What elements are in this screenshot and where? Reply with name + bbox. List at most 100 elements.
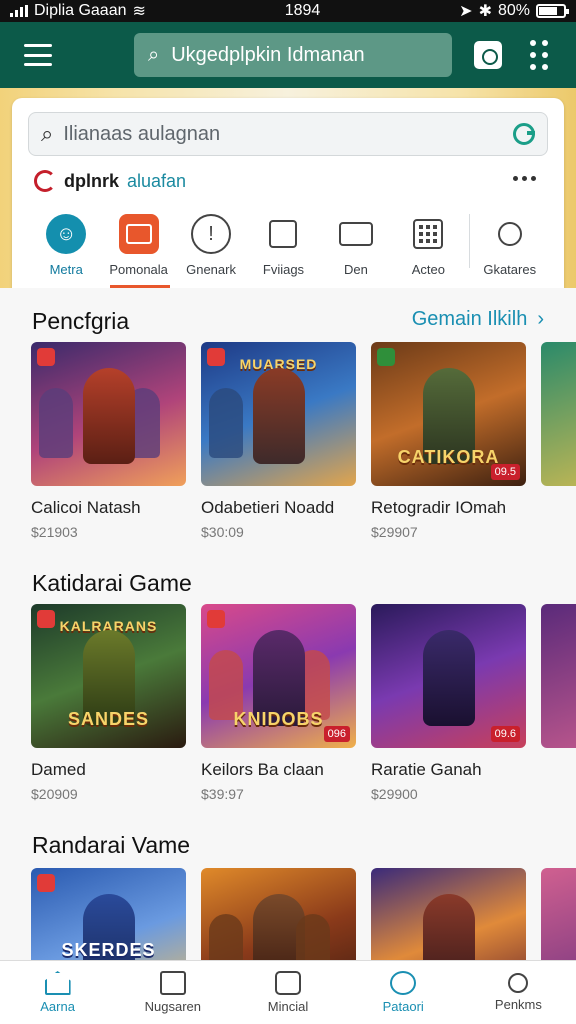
category-divider — [468, 214, 470, 268]
battery-icon — [536, 4, 569, 18]
game-thumbnail — [31, 342, 186, 486]
rating-badge: 09.5 — [490, 464, 520, 480]
game-price: $29900 — [371, 786, 418, 802]
card-icon — [338, 222, 373, 246]
game-tile[interactable] — [201, 868, 356, 960]
category-item[interactable]: Gkatares — [474, 214, 546, 288]
card-search-field[interactable]: ⌕ Ilianaas aulagnan — [28, 112, 548, 156]
nav-chat[interactable]: Pataori — [346, 961, 461, 1024]
image-icon — [118, 214, 159, 254]
game-tile[interactable] — [541, 604, 576, 802]
brand-name: dplnrk — [64, 170, 120, 191]
category-item[interactable]: ☺ Metra — [30, 214, 102, 288]
status-right: ➤ ✱ 80% — [459, 1, 569, 21]
content-sheet[interactable]: Pencfgria Gemain Ilkilh › Calicoi Natash… — [0, 288, 576, 960]
document-icon — [159, 971, 186, 995]
card-search-placeholder: Ilianaas aulagnan — [63, 122, 221, 145]
category-item[interactable]: ! Gnenark — [175, 214, 247, 288]
nav-camera[interactable]: Mincial — [230, 961, 345, 1024]
pin-icon — [497, 222, 522, 246]
game-title: Damed — [31, 760, 86, 779]
hamburger-menu-icon[interactable] — [20, 40, 56, 70]
nav-news[interactable]: Nugsaren — [115, 961, 230, 1024]
google-icon[interactable] — [513, 123, 535, 145]
game-thumbnail — [541, 342, 576, 486]
bookmark-icon — [37, 348, 55, 366]
game-price: $39:97 — [201, 786, 244, 802]
game-thumbnail: 09.6 — [371, 604, 526, 748]
category-label: Metra — [49, 262, 83, 277]
game-thumbnail — [541, 868, 576, 960]
battery-label: 80% — [497, 2, 530, 19]
nav-label: Aarna — [40, 999, 75, 1014]
game-price: $20909 — [31, 786, 78, 802]
game-title: Odabetieri Noadd — [201, 498, 335, 517]
bluetooth-icon: ✱ — [478, 3, 492, 20]
game-tile[interactable]: Calicoi Natash $21903 — [31, 342, 186, 540]
game-title: Calicoi Natash — [31, 498, 141, 517]
brand-more-icon[interactable] — [513, 176, 536, 181]
section-title: Pencfgria — [32, 308, 130, 334]
game-tile[interactable] — [371, 868, 526, 960]
category-bar: ☺ Metra Pomonala ! Gnenark Fviiags Den A… — [30, 214, 546, 288]
category-item[interactable]: Acteo — [392, 214, 464, 288]
bookmark-icon — [207, 610, 225, 628]
wifi-icon: ≋ — [132, 3, 146, 20]
game-thumbnail — [201, 868, 356, 960]
user-icon: ☺ — [46, 214, 87, 254]
top-search-bar[interactable]: ⌕ Ukgedplpkin Idmanan — [134, 33, 452, 77]
category-label: Gnenark — [186, 262, 236, 277]
game-title: Raratie Ganah — [371, 760, 482, 779]
camera-icon[interactable] — [474, 41, 502, 69]
game-tile[interactable]: KALRARANS SANDES Damed $20909 — [31, 604, 186, 802]
chevron-right-icon: › — [537, 308, 544, 330]
game-tile[interactable] — [541, 868, 576, 960]
game-thumbnail: MUARSED — [201, 342, 356, 486]
game-thumbnail: SKERDES — [31, 868, 186, 960]
category-item[interactable]: Den — [320, 214, 392, 288]
game-tile[interactable]: SKERDES — [31, 868, 186, 960]
category-label: Acteo — [411, 262, 445, 277]
character-art — [422, 629, 475, 726]
character-art — [209, 388, 244, 459]
bookmark-icon — [207, 348, 225, 366]
category-item[interactable]: Fviiags — [247, 214, 319, 288]
search-icon: ⌕ — [41, 121, 54, 146]
top-search-text: Ukgedplpkin Idmanan — [171, 43, 365, 66]
game-thumbnail — [541, 604, 576, 748]
game-logo: SKERDES — [61, 940, 156, 960]
nav-label: Mincial — [267, 999, 309, 1014]
bookmark-icon — [377, 348, 395, 366]
location-icon: ➤ — [459, 3, 473, 20]
brand-tag[interactable]: aluafan — [127, 171, 186, 192]
clock-icon: ! — [191, 214, 232, 254]
top-app-bar: ⌕ Ukgedplpkin Idmanan — [0, 22, 576, 88]
brand-row: dplnrk aluafan — [34, 170, 186, 192]
see-all-link[interactable]: Gemain Ilkilh › — [412, 308, 544, 331]
see-all-label: Gemain Ilkilh — [411, 308, 528, 330]
nav-label: Pataori — [382, 999, 424, 1014]
nav-home[interactable]: Aarna — [0, 961, 115, 1024]
section-title: Randarai Vame — [32, 832, 191, 858]
bookmark-icon — [37, 610, 55, 628]
document-icon — [269, 220, 298, 248]
game-tile[interactable]: 09.6 Raratie Ganah $29900 — [371, 604, 526, 802]
character-art — [422, 893, 475, 960]
game-row: Calicoi Natash $21903 MUARSED Odabetieri… — [31, 342, 576, 540]
game-tile[interactable]: KNIDOBS 096 Keilors Ba claan $39:97 — [201, 604, 356, 802]
category-label: Fviiags — [262, 262, 305, 277]
nav-search[interactable]: Penkms — [461, 961, 576, 1024]
clock-label: 1894 — [284, 2, 321, 19]
game-tile[interactable]: MUARSED Odabetieri Noadd $30:09 — [201, 342, 356, 540]
game-thumbnail: CATIKORA 09.5 — [371, 342, 526, 486]
game-row: SKERDES — [31, 868, 576, 960]
game-tile[interactable] — [541, 342, 576, 540]
game-tile[interactable]: CATIKORA 09.5 Retogradir IOmah $29907 — [371, 342, 526, 540]
category-item[interactable]: Pomonala — [102, 214, 174, 288]
game-title: Keilors Ba claan — [201, 760, 324, 779]
more-options-icon[interactable] — [530, 40, 548, 70]
game-thumbnail — [371, 868, 526, 960]
carrier-label: Diplia Gaaan — [34, 2, 127, 19]
bottom-navigation: Aarna Nugsaren Mincial Pataori Penkms — [0, 960, 576, 1024]
rating-badge: 096 — [323, 726, 350, 742]
